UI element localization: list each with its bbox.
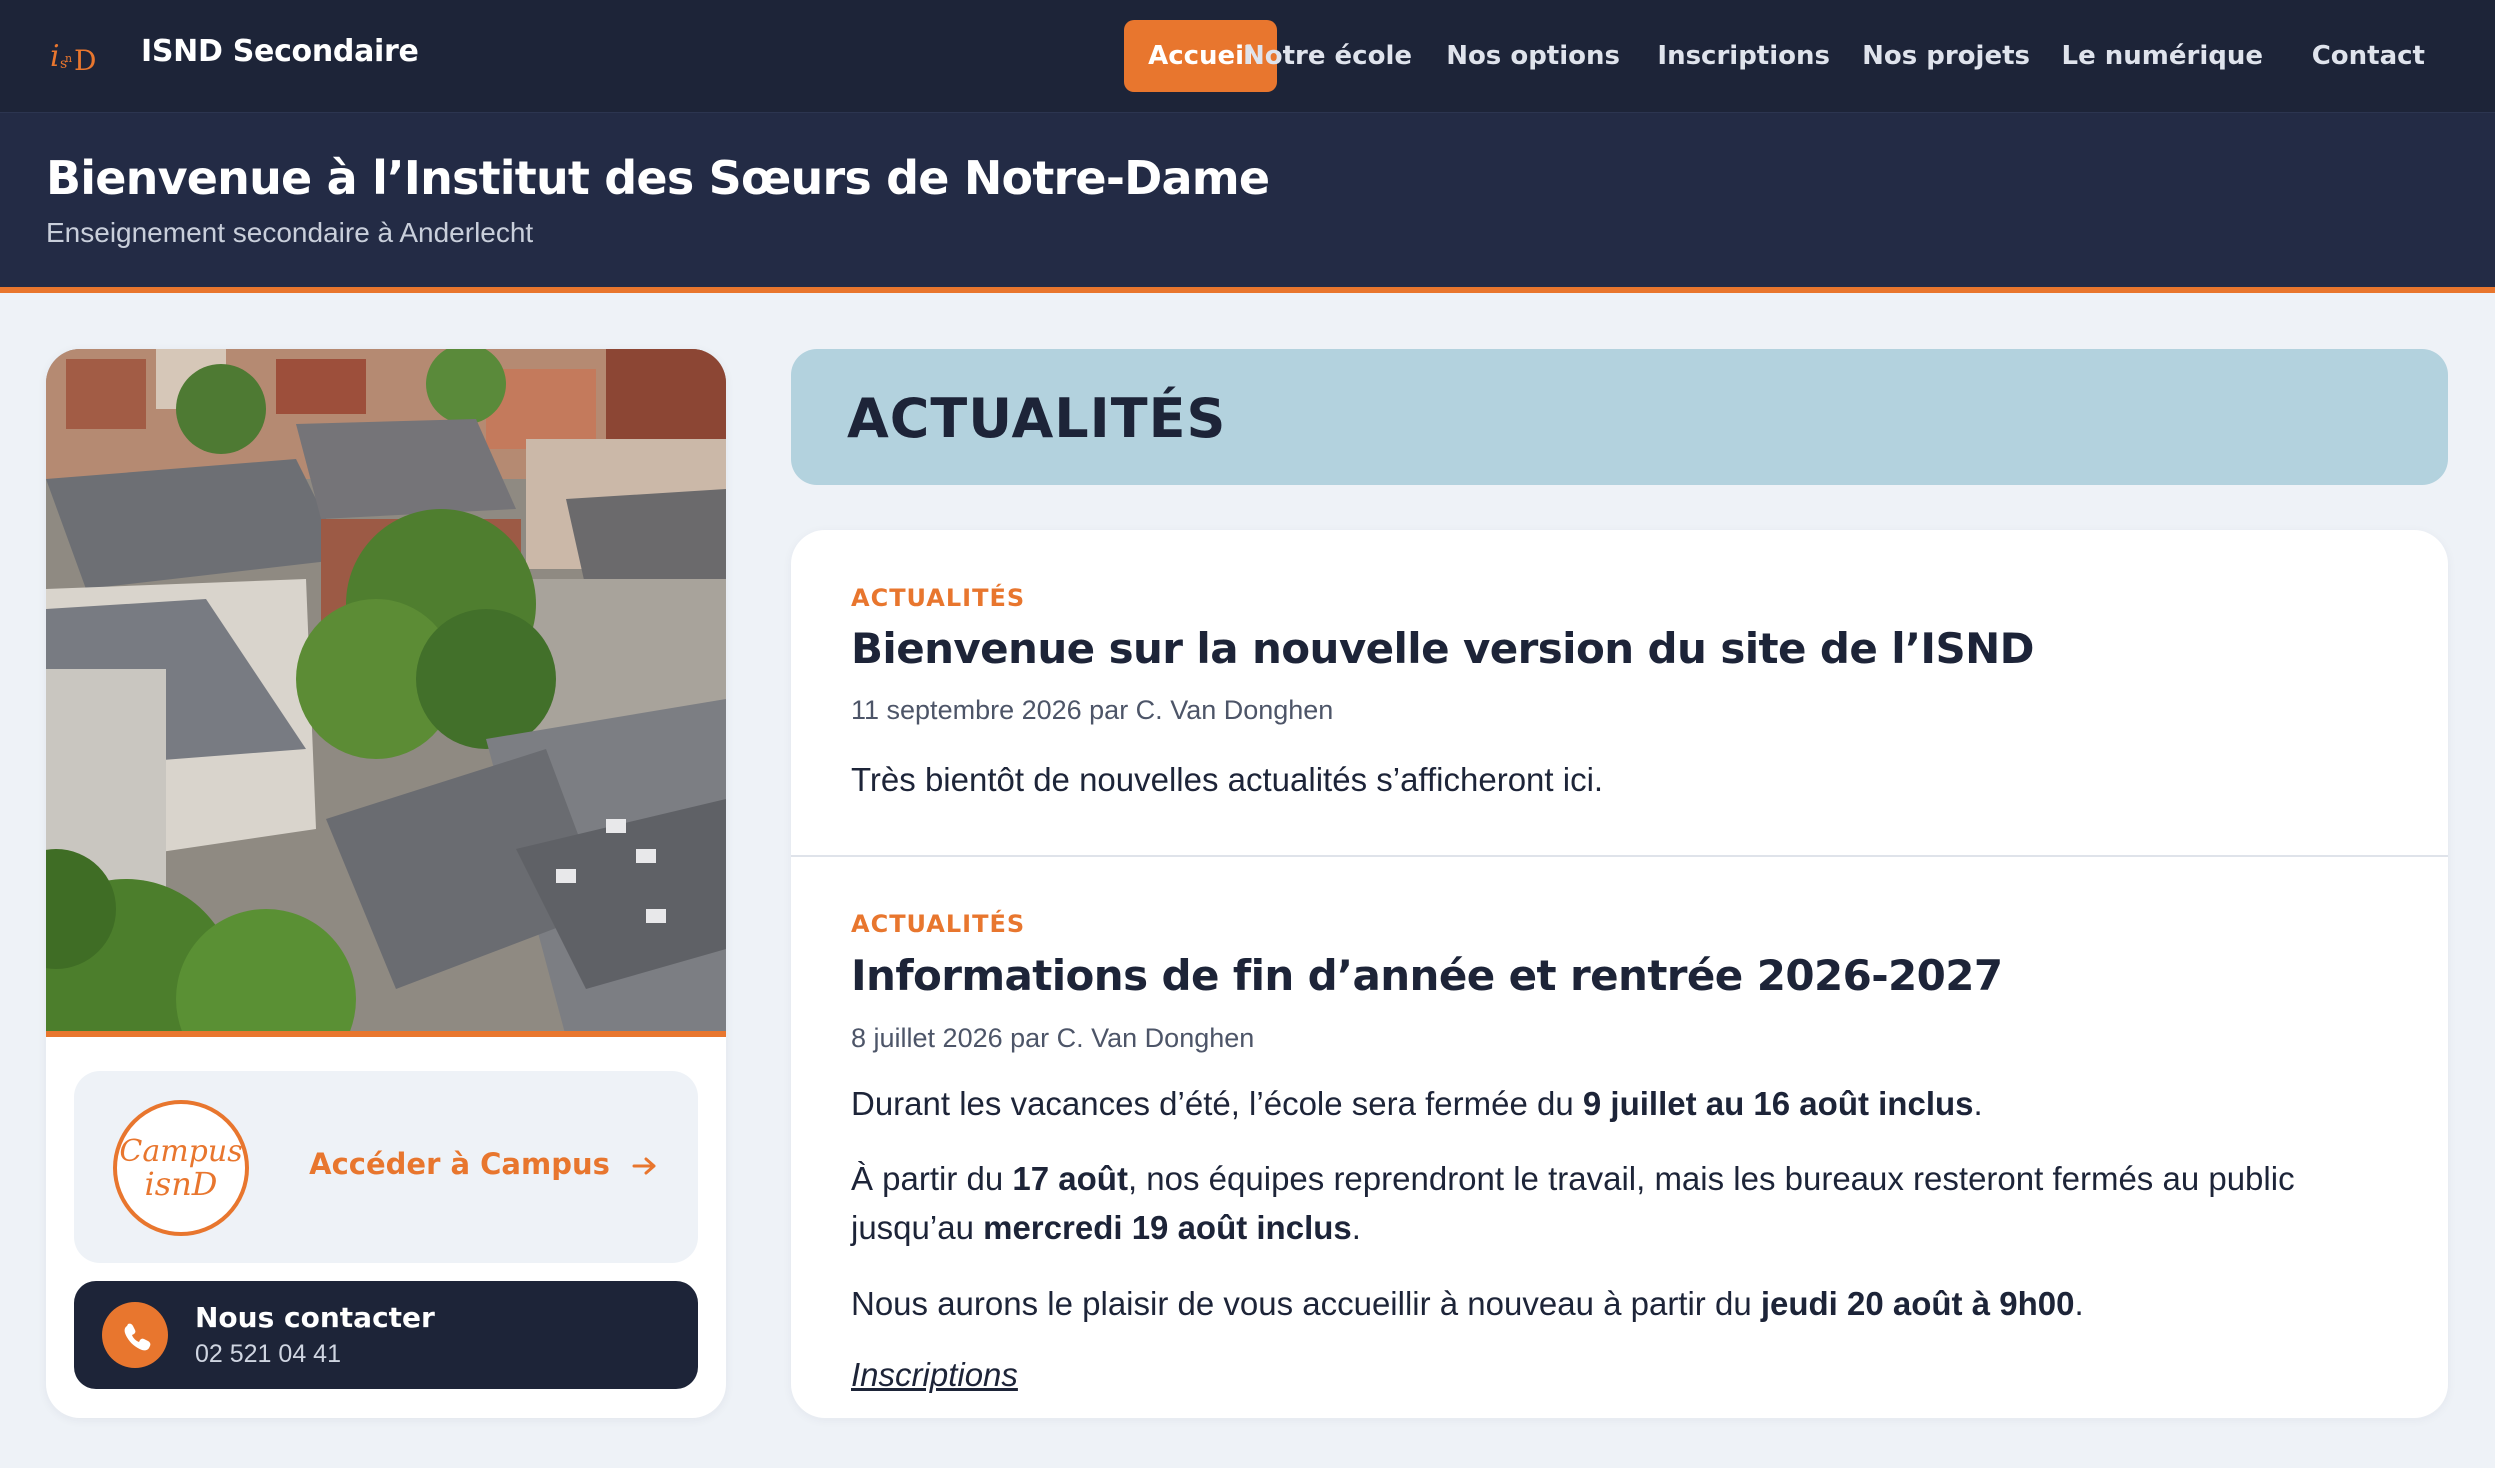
svg-text:i: i — [50, 39, 60, 74]
article-meta: 11 septembre 2026 par C. Van Donghen — [851, 695, 1334, 725]
svg-text:D: D — [74, 44, 96, 76]
hero-title: Bienvenue à l’Institut des Sœurs de Notr… — [46, 151, 1270, 205]
news-list: ACTUALITÉS Bienvenue sur la nouvelle ver… — [791, 530, 2448, 1418]
campus-link[interactable]: Accéder à Campus — [309, 1147, 658, 1181]
hero-subtitle: Enseignement secondaire à Anderlecht — [46, 217, 534, 248]
article-paragraph: À partir du 17 août, nos équipes reprend… — [851, 1160, 2295, 1246]
news-section-title: ACTUALITÉS — [847, 387, 1227, 450]
inscriptions-link[interactable]: Inscriptions — [851, 1356, 1018, 1394]
site-name[interactable]: ISND Secondaire — [141, 34, 419, 69]
contact-box[interactable]: Nous contacter 02 521 04 41 — [74, 1281, 698, 1389]
svg-text:isnD: isnD — [145, 1165, 218, 1203]
contact-title: Nous contacter — [195, 1301, 435, 1334]
article-category[interactable]: ACTUALITÉS — [851, 584, 1025, 612]
aerial-photo-illustration — [46, 349, 726, 1031]
top-navigation-bar: i s n D ISND Secondaire Accueil Notre éc… — [0, 0, 2495, 113]
sidebar-card: Campus isnD Accéder à Campus Nous contac… — [46, 349, 726, 1418]
nav-contact[interactable]: Contact — [2312, 20, 2425, 92]
phone-icon — [102, 1302, 168, 1368]
article-title[interactable]: Informations de fin d’année et rentrée 2… — [851, 951, 2003, 1000]
campus-link-box[interactable]: Campus isnD Accéder à Campus — [74, 1071, 698, 1263]
article-body: Très bientôt de nouvelles actualités s’a… — [851, 761, 1604, 798]
nav-notre-ecole[interactable]: Notre école — [1243, 20, 1412, 92]
isnd-logo[interactable]: i s n D — [48, 32, 100, 76]
nav-inscriptions[interactable]: Inscriptions — [1657, 20, 1830, 92]
news-article: ACTUALITÉS Informations de fin d’année e… — [791, 859, 2448, 1418]
news-article: ACTUALITÉS Bienvenue sur la nouvelle ver… — [791, 530, 2448, 857]
article-meta: 8 juillet 2026 par C. Van Donghen — [851, 1023, 1255, 1053]
hero-banner: Bienvenue à l’Institut des Sœurs de Notr… — [0, 113, 2495, 293]
article-paragraph: Nous aurons le plaisir de vous accueilli… — [851, 1285, 2084, 1322]
arrow-right-icon — [632, 1157, 656, 1175]
article-paragraph: Durant les vacances d’été, l’école sera … — [851, 1085, 1983, 1122]
nav-nos-projets[interactable]: Nos projets — [1862, 20, 2030, 92]
aerial-school-photo — [46, 349, 726, 1037]
campus-link-label[interactable]: Accéder à Campus — [309, 1147, 610, 1181]
campus-isnd-logo: Campus isnD — [113, 1100, 249, 1236]
nav-nos-options[interactable]: Nos options — [1446, 20, 1620, 92]
article-category[interactable]: ACTUALITÉS — [851, 910, 1025, 938]
svg-text:n: n — [65, 52, 72, 65]
news-section-header: ACTUALITÉS — [791, 349, 2448, 485]
nav-le-numerique[interactable]: Le numérique — [2062, 20, 2264, 92]
svg-text:Campus: Campus — [119, 1134, 242, 1169]
contact-phone-number[interactable]: 02 521 04 41 — [195, 1340, 341, 1369]
article-title[interactable]: Bienvenue sur la nouvelle version du sit… — [851, 624, 2035, 673]
